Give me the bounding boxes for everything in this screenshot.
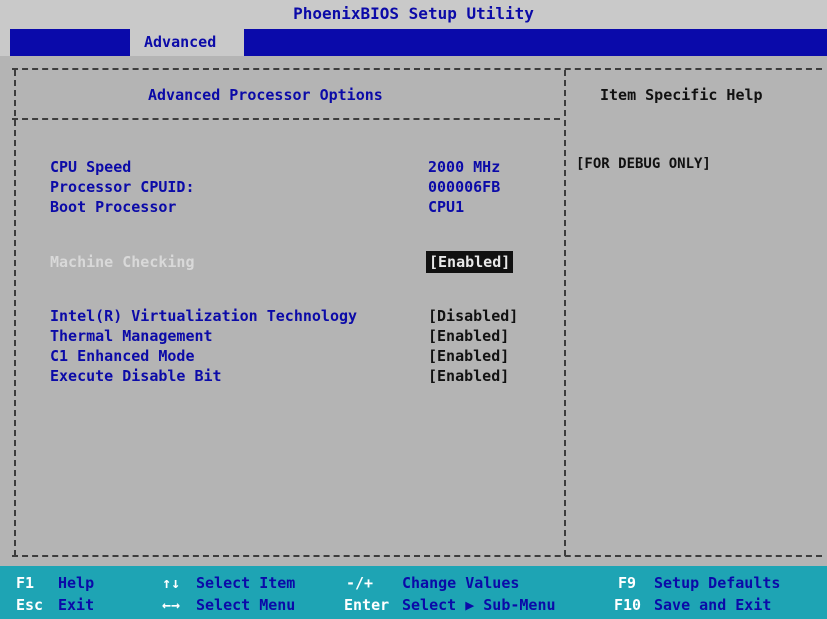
boot-processor-value: CPU1	[428, 198, 465, 216]
tab-advanced[interactable]: Advanced	[130, 29, 244, 56]
select-item-action: Select Item	[196, 574, 296, 592]
help-panel-title: Item Specific Help	[600, 86, 763, 104]
up-down-arrows-icon: ↑↓	[162, 574, 181, 592]
cpu-speed-label: CPU Speed	[50, 158, 132, 176]
c1-enhanced-mode-value[interactable]: [Enabled]	[428, 346, 509, 366]
bios-title: PhoenixBIOS Setup Utility	[293, 4, 534, 23]
machine-checking-label[interactable]: Machine Checking	[50, 252, 195, 272]
frame-left-border	[14, 70, 16, 556]
f10-key: F10	[614, 596, 642, 614]
main-panel-title: Advanced Processor Options	[148, 86, 383, 104]
frame-bottom-border	[12, 555, 822, 557]
help-text: [FOR DEBUG ONLY]	[576, 156, 711, 172]
enter-key: Enter	[344, 596, 390, 614]
virtualization-value[interactable]: [Disabled]	[428, 306, 518, 326]
f1-key: F1	[16, 574, 35, 592]
exit-action: Exit	[58, 596, 95, 614]
thermal-management-value[interactable]: [Enabled]	[428, 326, 509, 346]
menu-bar-edge	[0, 29, 10, 56]
boot-processor-label: Boot Processor	[50, 198, 177, 216]
title-bar: PhoenixBIOS Setup Utility	[0, 0, 827, 29]
key-legend-footer: F1 Help ↑↓ Select Item -/+ Change Values…	[0, 566, 827, 619]
c1-enhanced-mode-label[interactable]: C1 Enhanced Mode	[50, 346, 195, 366]
virtualization-label[interactable]: Intel(R) Virtualization Technology	[50, 306, 357, 326]
panel-divider	[564, 70, 566, 556]
setup-defaults-action: Setup Defaults	[654, 574, 781, 592]
execute-disable-bit-label[interactable]: Execute Disable Bit	[50, 366, 222, 386]
left-right-arrows-icon: ←→	[162, 596, 181, 614]
select-menu-action: Select Menu	[196, 596, 296, 614]
frame-top-border	[12, 68, 822, 70]
cpu-speed-value: 2000 MHz	[428, 158, 501, 176]
save-and-exit-action: Save and Exit	[654, 596, 772, 614]
help-action: Help	[58, 574, 95, 592]
panel-title-divider	[12, 118, 560, 120]
esc-key: Esc	[16, 596, 44, 614]
thermal-management-label[interactable]: Thermal Management	[50, 326, 213, 346]
minus-plus-key: -/+	[346, 574, 374, 592]
processor-cpuid-value: 000006FB	[428, 178, 501, 196]
menu-bar: Advanced	[0, 29, 827, 56]
machine-checking-value[interactable]: [Enabled]	[426, 251, 514, 273]
execute-disable-bit-value[interactable]: [Enabled]	[428, 366, 509, 386]
processor-cpuid-label: Processor CPUID:	[50, 178, 195, 196]
select-sub-menu-action: Select ▶ Sub-Menu	[402, 596, 556, 614]
f9-key: F9	[618, 574, 637, 592]
change-values-action: Change Values	[402, 574, 520, 592]
